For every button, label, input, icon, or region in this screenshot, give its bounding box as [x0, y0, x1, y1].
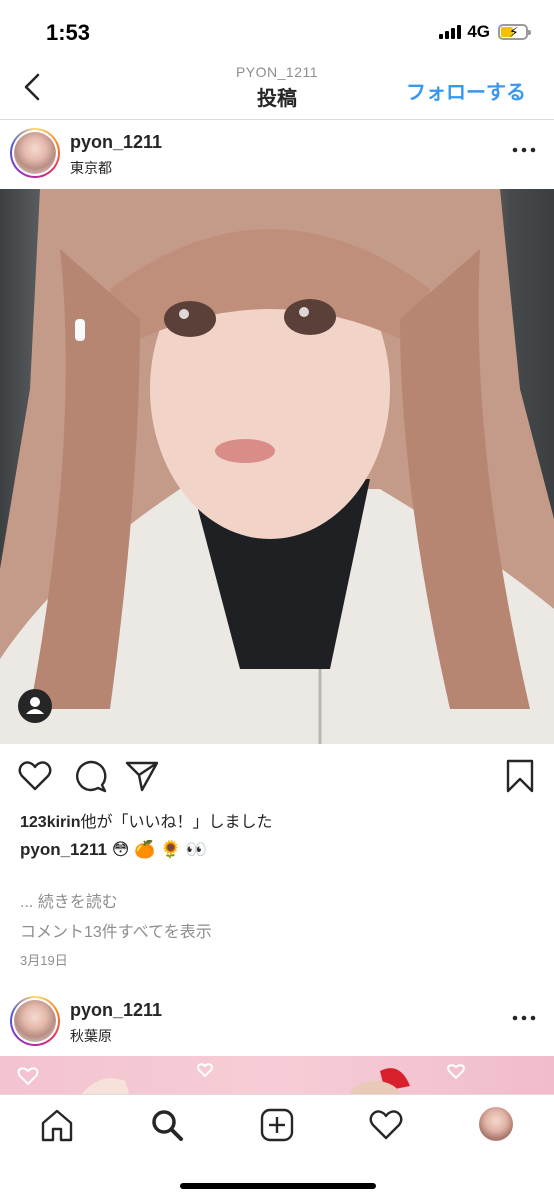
caption-username[interactable]: pyon_1211	[20, 840, 107, 859]
bookmark-icon[interactable]	[502, 758, 538, 794]
liked-by-user[interactable]: 123kirin	[20, 814, 80, 831]
more-horizontal-icon[interactable]	[512, 1013, 536, 1023]
post-date: 3月19日	[20, 953, 68, 968]
post-username[interactable]: pyon_1211	[70, 132, 162, 153]
more-horizontal-icon[interactable]	[512, 145, 536, 155]
post-header: pyon_1211 東京都	[0, 120, 554, 190]
post-actions	[0, 758, 554, 798]
read-more-link[interactable]: ... 続きを読む	[20, 888, 118, 912]
status-time: 1:53	[46, 20, 91, 45]
avatar[interactable]	[10, 996, 60, 1046]
post-location[interactable]: 東京都	[70, 158, 112, 178]
post-caption: pyon_1211 😳 🍊 🌻 👀	[20, 840, 207, 860]
activity-heart-icon[interactable]	[368, 1107, 404, 1143]
post-photo[interactable]	[0, 189, 554, 744]
next-post-header: pyon_1211 秋葉原	[0, 988, 554, 1058]
home-icon[interactable]	[39, 1107, 75, 1143]
signal-icon	[439, 25, 462, 39]
user-tag-icon[interactable]	[18, 689, 52, 723]
avatar[interactable]	[10, 128, 60, 178]
share-paper-plane-icon[interactable]	[124, 758, 160, 794]
post-photo-illustration	[0, 189, 554, 744]
next-post-location[interactable]: 秋葉原	[70, 1026, 112, 1046]
likes-summary[interactable]: 123kirin他が「いいね！」しました	[20, 808, 273, 832]
status-right: 4G ⚡	[439, 22, 531, 42]
next-post-photo[interactable]	[0, 1056, 554, 1096]
next-post-photo-illustration	[17, 1063, 465, 1096]
caption-text: 😳 🍊 🌻 👀	[111, 840, 208, 859]
view-comments-link[interactable]: コメント13件すべてを表示	[20, 918, 212, 942]
status-bar: 1:53 4G ⚡	[0, 0, 554, 62]
search-icon[interactable]	[149, 1107, 185, 1143]
next-post-username[interactable]: pyon_1211	[70, 1000, 162, 1021]
network-type: 4G	[467, 22, 490, 41]
nav-header: PYON_1211 投稿 フォローする	[0, 62, 554, 120]
like-heart-icon[interactable]	[17, 758, 53, 794]
liked-by-suffix: 他が「いいね！」しました	[80, 814, 273, 831]
home-indicator	[180, 1183, 376, 1189]
profile-avatar[interactable]	[479, 1107, 513, 1141]
comment-bubble-icon[interactable]	[72, 758, 108, 794]
tab-bar	[0, 1094, 554, 1200]
follow-button[interactable]: フォローする	[406, 76, 526, 105]
battery-icon: ⚡	[498, 24, 531, 40]
new-post-icon[interactable]	[259, 1107, 295, 1143]
